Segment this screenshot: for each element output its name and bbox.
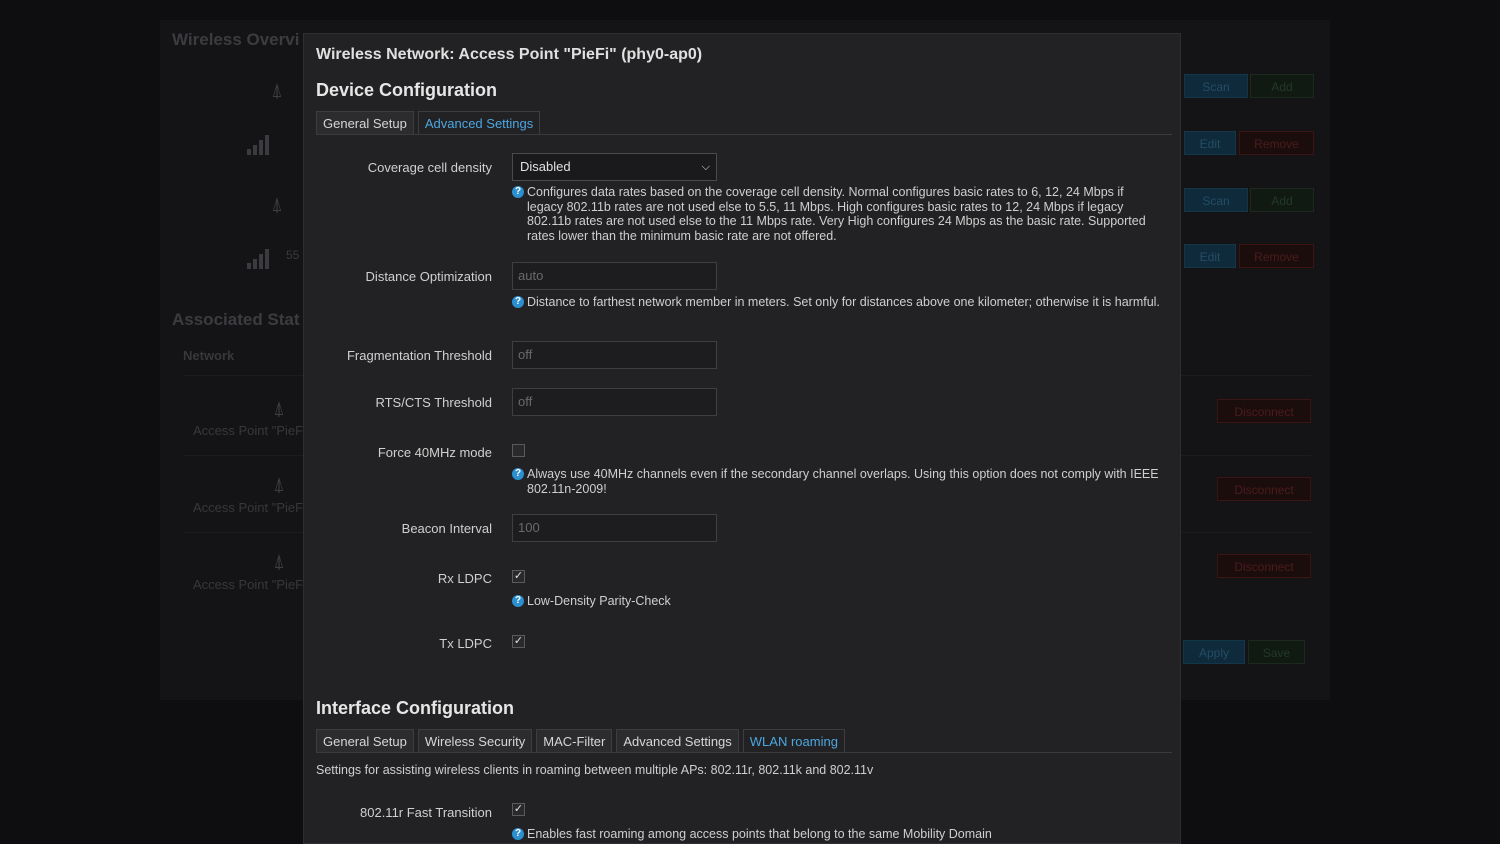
coverage-select-value: Disabled <box>520 159 571 174</box>
bg-ap-label: Access Point "PieFi <box>193 577 306 592</box>
distance-help: ? Distance to farthest network member in… <box>512 295 1162 310</box>
question-circle-icon: ? <box>512 828 524 840</box>
rxldpc-field-wrap: ✓ <box>512 570 525 583</box>
tab-if-advanced-settings[interactable]: Advanced Settings <box>616 729 739 752</box>
rxldpc-help: ? Low-Density Parity-Check <box>512 594 1162 609</box>
add-button[interactable]: Add <box>1250 74 1314 98</box>
txldpc-label: Tx LDPC <box>439 636 492 651</box>
txldpc-checkbox[interactable]: ✓ <box>512 635 525 648</box>
scan-button[interactable]: Scan <box>1184 188 1248 212</box>
chevron-down-icon: ⌵ <box>701 161 710 173</box>
beacon-input[interactable]: 100 <box>512 514 717 542</box>
interface-configuration-title: Interface Configuration <box>316 698 515 718</box>
force40-checkbox[interactable] <box>512 444 525 457</box>
question-circle-icon: ? <box>512 468 524 480</box>
apply-button[interactable]: Apply <box>1183 640 1245 664</box>
interface-tabs: General Setup Wireless Security MAC-Filt… <box>316 729 845 752</box>
rts-input[interactable]: off <box>512 388 717 416</box>
txldpc-field-wrap: ✓ <box>512 635 525 648</box>
coverage-label: Coverage cell density <box>367 160 492 175</box>
check-icon: ✓ <box>513 803 524 815</box>
bg-title-overview: Wireless Overvi <box>172 30 300 49</box>
question-circle-icon: ? <box>512 186 524 198</box>
question-circle-icon: ? <box>512 296 524 308</box>
antenna-icon: ⍋ <box>273 551 285 573</box>
fragmentation-input[interactable]: off <box>512 341 717 369</box>
fast-transition-help: ? Enables fast roaming among access poin… <box>512 827 1162 842</box>
antenna-icon: ⍋ <box>271 80 283 102</box>
beacon-label: Beacon Interval <box>401 521 492 536</box>
rxldpc-checkbox[interactable]: ✓ <box>512 570 525 583</box>
force40-field-wrap <box>512 444 525 457</box>
coverage-select-wrap: Disabled ⌵ <box>512 153 717 181</box>
force40-label: Force 40MHz mode <box>377 445 492 460</box>
disconnect-button[interactable]: Disconnect <box>1217 399 1311 423</box>
force40-help: ? Always use 40MHz channels even if the … <box>512 467 1162 496</box>
fast-transition-label: 802.11r Fast Transition <box>360 805 492 820</box>
fragmentation-label: Fragmentation Threshold <box>346 348 492 363</box>
distance-help-text: Distance to farthest network member in m… <box>527 295 1160 309</box>
coverage-help: ? Configures data rates based on the cov… <box>512 185 1162 243</box>
rts-field-wrap: off <box>512 388 717 416</box>
fast-transition-field-wrap: ✓ <box>512 803 525 816</box>
save-button[interactable]: Save <box>1248 640 1305 664</box>
coverage-select[interactable]: Disabled ⌵ <box>512 153 717 181</box>
tab-general-setup[interactable]: General Setup <box>316 111 414 134</box>
check-icon: ✓ <box>513 635 524 647</box>
rts-label: RTS/CTS Threshold <box>375 395 492 410</box>
antenna-icon: ⍋ <box>271 194 283 216</box>
antenna-icon: ⍋ <box>273 474 285 496</box>
bg-network-column: Network <box>183 348 235 363</box>
beacon-field-wrap: 100 <box>512 514 717 542</box>
modal-title: Wireless Network: Access Point "PieFi" (… <box>316 46 703 63</box>
edit-button[interactable]: Edit <box>1184 131 1236 155</box>
device-tabs: General Setup Advanced Settings <box>316 111 541 134</box>
check-icon: ✓ <box>513 570 524 582</box>
bg-ap-label: Access Point "PieFi <box>193 500 306 515</box>
force40-help-text: Always use 40MHz channels even if the se… <box>527 467 1159 496</box>
roaming-description: Settings for assisting wireless clients … <box>316 763 874 777</box>
scan-button[interactable]: Scan <box>1184 74 1248 98</box>
tabs-divider <box>316 134 1172 135</box>
rxldpc-label: Rx LDPC <box>437 571 492 586</box>
distance-label: Distance Optimization <box>365 269 492 284</box>
tab-advanced-settings[interactable]: Advanced Settings <box>417 111 541 134</box>
tabs-divider <box>316 752 1172 753</box>
distance-input[interactable]: auto <box>512 262 717 290</box>
tab-wireless-security[interactable]: Wireless Security <box>417 729 533 752</box>
signal-bars-icon <box>247 135 269 155</box>
disconnect-button[interactable]: Disconnect <box>1217 477 1311 501</box>
device-configuration-title: Device Configuration <box>316 80 498 100</box>
antenna-icon: ⍋ <box>273 398 285 420</box>
wireless-network-modal: Wireless Network: Access Point "PieFi" (… <box>303 33 1181 844</box>
bg-signal-text: 55 <box>286 248 300 262</box>
bg-title-associated: Associated Stat <box>172 310 300 329</box>
tab-if-general-setup[interactable]: General Setup <box>316 729 414 752</box>
remove-button[interactable]: Remove <box>1239 131 1314 155</box>
fast-transition-checkbox[interactable]: ✓ <box>512 803 525 816</box>
fragmentation-field-wrap: off <box>512 341 717 369</box>
rxldpc-help-text: Low-Density Parity-Check <box>527 594 671 608</box>
bg-ap-label: Access Point "PieFi <box>193 423 306 438</box>
tab-mac-filter[interactable]: MAC-Filter <box>536 729 613 752</box>
coverage-help-text: Configures data rates based on the cover… <box>527 185 1146 243</box>
distance-field-wrap: auto <box>512 262 717 290</box>
add-button[interactable]: Add <box>1250 188 1314 212</box>
edit-button[interactable]: Edit <box>1184 244 1236 268</box>
remove-button[interactable]: Remove <box>1239 244 1314 268</box>
fast-transition-help-text: Enables fast roaming among access points… <box>527 827 992 841</box>
disconnect-button[interactable]: Disconnect <box>1217 554 1311 578</box>
question-circle-icon: ? <box>512 595 524 607</box>
tab-wlan-roaming[interactable]: WLAN roaming <box>742 729 845 752</box>
signal-bars-icon <box>247 249 269 269</box>
